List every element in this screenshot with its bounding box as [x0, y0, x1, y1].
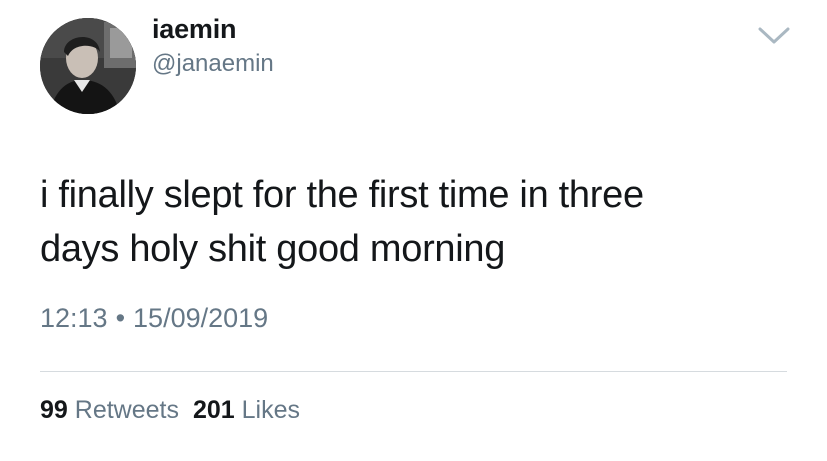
user-handle[interactable]: @janaemin: [152, 50, 274, 78]
separator-dot: •: [115, 303, 126, 333]
tweet-date: 15/09/2019: [133, 303, 269, 333]
tweet-text-line: i finally slept for the first time in th…: [40, 174, 644, 216]
retweets-stat[interactable]: 99 Retweets: [40, 396, 179, 424]
chevron-down-icon[interactable]: [757, 25, 791, 47]
divider: [40, 371, 787, 372]
likes-count: 201: [192, 396, 235, 424]
tweet-timestamp[interactable]: 12:13 • 15/09/2019: [40, 303, 268, 334]
tweet-time: 12:13: [40, 303, 108, 333]
likes-label: Likes: [241, 396, 301, 424]
tweet-card: iaemin @janaemin i finally slept for the…: [0, 0, 827, 461]
display-name[interactable]: iaemin: [152, 14, 237, 45]
likes-stat[interactable]: 201 Likes: [193, 396, 300, 424]
tweet-text-line: days holy shit good morning: [40, 228, 506, 270]
avatar[interactable]: [40, 18, 136, 114]
retweets-label: Retweets: [74, 396, 179, 424]
retweets-count: 99: [40, 396, 68, 424]
avatar-photo: [40, 18, 136, 114]
tweet-stats: 99 Retweets 201 Likes: [40, 396, 300, 425]
tweet-text: i finally slept for the first time in th…: [40, 168, 780, 276]
